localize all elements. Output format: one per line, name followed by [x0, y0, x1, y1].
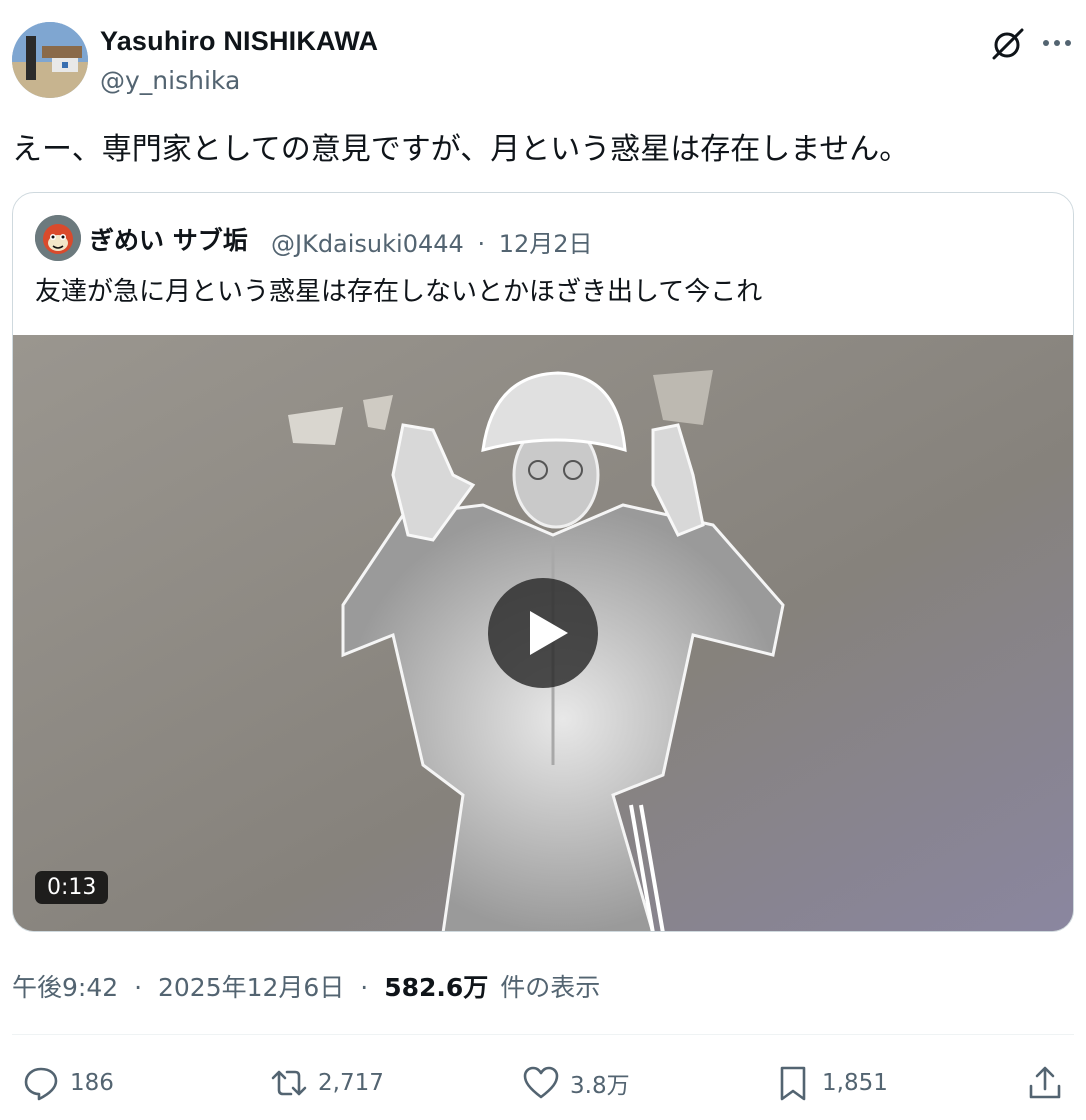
- tweet-date[interactable]: 2025年12月6日: [158, 973, 344, 1002]
- bookmark-button[interactable]: 1,851: [774, 1058, 888, 1108]
- quoted-author-avatar: [35, 215, 81, 261]
- tweet-time[interactable]: 午後9:42: [12, 973, 118, 1002]
- video-duration: 0:13: [35, 871, 109, 904]
- quoted-date[interactable]: 12月2日: [499, 230, 593, 258]
- bookmark-count: 1,851: [822, 1070, 888, 1096]
- author-name[interactable]: Yasuhiro NISHIKAWA: [100, 26, 378, 57]
- play-icon: [530, 611, 568, 655]
- quoted-author-meta: @JKdaisuki0444 · 12月2日: [271, 224, 593, 259]
- more-options-icon[interactable]: [1040, 28, 1074, 58]
- repost-icon: [271, 1070, 307, 1096]
- repost-button[interactable]: 2,717: [270, 1058, 384, 1108]
- reply-button[interactable]: 186: [22, 1058, 114, 1108]
- meta-separator: ·: [134, 973, 143, 1002]
- quoted-author-name[interactable]: ぎめい サブ垢: [89, 221, 248, 257]
- repost-count: 2,717: [318, 1070, 384, 1096]
- reply-icon: [24, 1067, 58, 1101]
- grok-icon[interactable]: [990, 26, 1026, 62]
- tweet-text: えー、専門家としての意見ですが、月という惑星は存在しません。: [12, 132, 910, 167]
- video-player[interactable]: 0:13: [13, 335, 1073, 931]
- quoted-text: 友達が急に月という惑星は存在しないとかほざき出して今これ: [35, 277, 763, 307]
- reply-count: 186: [70, 1070, 114, 1096]
- action-bar: 186 2,717 3.8万 1,851: [0, 1058, 1086, 1108]
- quoted-author-handle[interactable]: @JKdaisuki0444: [271, 230, 464, 258]
- divider: [12, 1034, 1074, 1035]
- author-handle[interactable]: @y_nishika: [100, 66, 240, 95]
- quoted-separator: ·: [477, 230, 486, 258]
- like-button[interactable]: 3.8万: [522, 1058, 630, 1108]
- quoted-tweet[interactable]: ぎめい サブ垢 @JKdaisuki0444 · 12月2日 友達が急に月という…: [12, 192, 1074, 932]
- view-count: 582.6万: [384, 973, 489, 1002]
- play-button[interactable]: [488, 578, 598, 688]
- bookmark-icon: [780, 1066, 806, 1101]
- like-count: 3.8万: [570, 1073, 630, 1099]
- meta-separator: ·: [360, 973, 369, 1002]
- tweet-header: Yasuhiro NISHIKAWA @y_nishika: [12, 20, 1074, 100]
- share-button[interactable]: [1026, 1058, 1064, 1108]
- heart-icon: [523, 1066, 559, 1099]
- share-icon: [1029, 1066, 1061, 1099]
- tweet-meta: 午後9:42 · 2025年12月6日 · 582.6万 件の表示: [12, 968, 600, 1004]
- author-avatar[interactable]: [12, 22, 88, 98]
- view-count-label: 件の表示: [500, 973, 601, 1002]
